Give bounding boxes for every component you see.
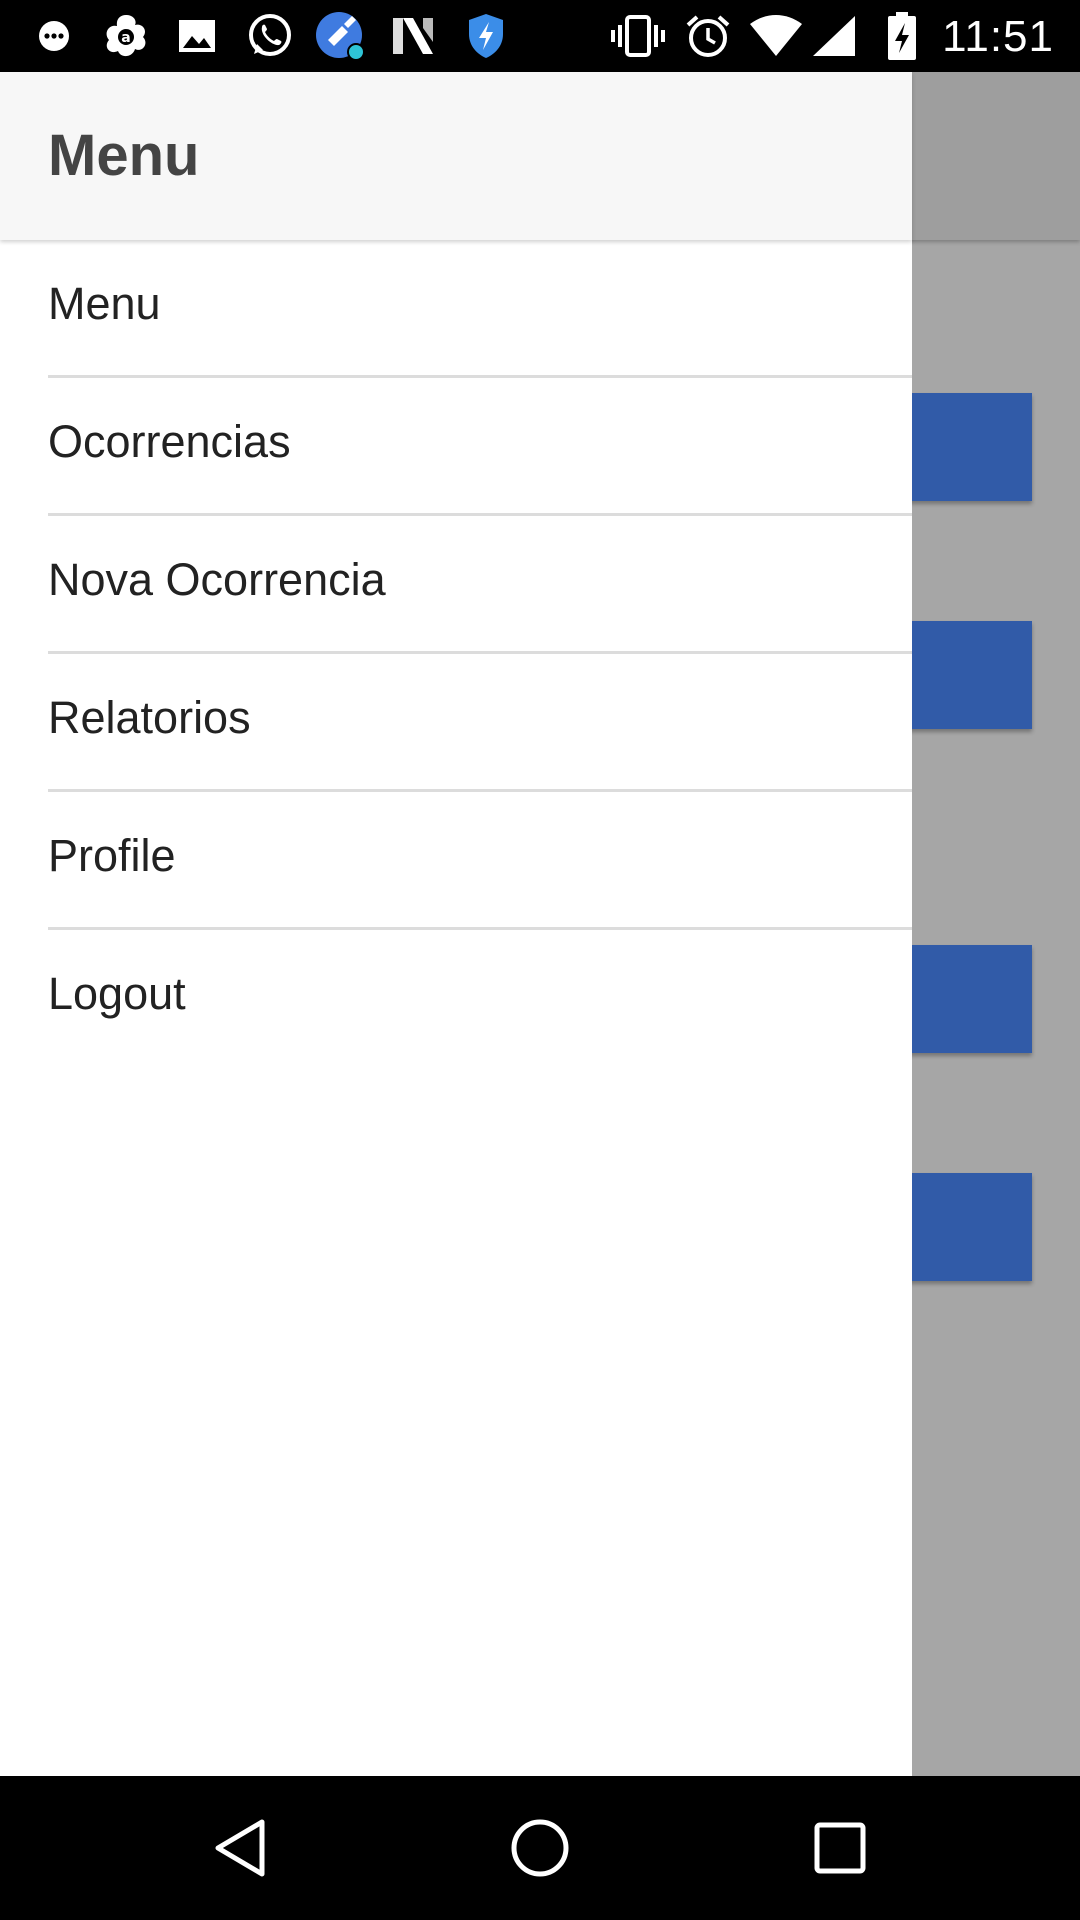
- vibrate-icon: [610, 0, 666, 72]
- menu-item-profile[interactable]: Profile: [0, 792, 912, 930]
- battery-charging-icon: [884, 0, 920, 72]
- status-bar: a 11:51: [0, 0, 1080, 72]
- back-icon: [215, 1819, 265, 1877]
- menu-item-logout[interactable]: Logout: [0, 930, 912, 1068]
- wifi-icon: [748, 0, 804, 72]
- menu-item-relatorios[interactable]: Relatorios: [0, 654, 912, 792]
- signal-icon: [810, 0, 858, 72]
- menu-item-label: Profile: [48, 830, 176, 881]
- recents-icon: [814, 1822, 866, 1874]
- menu-item-label: Ocorrencias: [48, 416, 291, 467]
- recents-button[interactable]: [768, 1776, 912, 1920]
- menu-item-menu[interactable]: Menu: [0, 240, 912, 378]
- shield-icon: [464, 0, 508, 72]
- menu-item-label: Relatorios: [48, 692, 251, 743]
- menu-item-nova-ocorrencia[interactable]: Nova Ocorrencia: [0, 516, 912, 654]
- gallery-icon: [176, 0, 218, 72]
- back-button[interactable]: [168, 1776, 312, 1920]
- messaging-icon: [34, 0, 74, 72]
- n-app-icon: [390, 0, 436, 72]
- menu-item-label: Menu: [48, 278, 161, 329]
- drawer-title: Menu: [48, 123, 200, 188]
- navigation-drawer: Menu Menu Ocorrencias Nova Ocorrencia Re…: [0, 72, 912, 1776]
- status-time: 11:51: [942, 12, 1054, 61]
- svg-text:a: a: [121, 30, 130, 46]
- screen: a 11:51 Menu Menu Ocorrencias Nova Ocorr…: [0, 0, 1080, 1920]
- cleaner-icon: [314, 0, 366, 72]
- menu-item-label: Logout: [48, 968, 186, 1019]
- alarm-icon: [684, 0, 732, 72]
- navigation-bar: [0, 1776, 1080, 1920]
- avast-icon: a: [100, 0, 152, 72]
- drawer-header: Menu: [0, 72, 912, 240]
- menu-item-ocorrencias[interactable]: Ocorrencias: [0, 378, 912, 516]
- home-icon: [511, 1819, 569, 1877]
- home-button[interactable]: [468, 1776, 612, 1920]
- drawer-menu-list: Menu Ocorrencias Nova Ocorrencia Relator…: [0, 240, 912, 1068]
- menu-item-label: Nova Ocorrencia: [48, 554, 386, 605]
- whatsapp-icon: [244, 0, 296, 72]
